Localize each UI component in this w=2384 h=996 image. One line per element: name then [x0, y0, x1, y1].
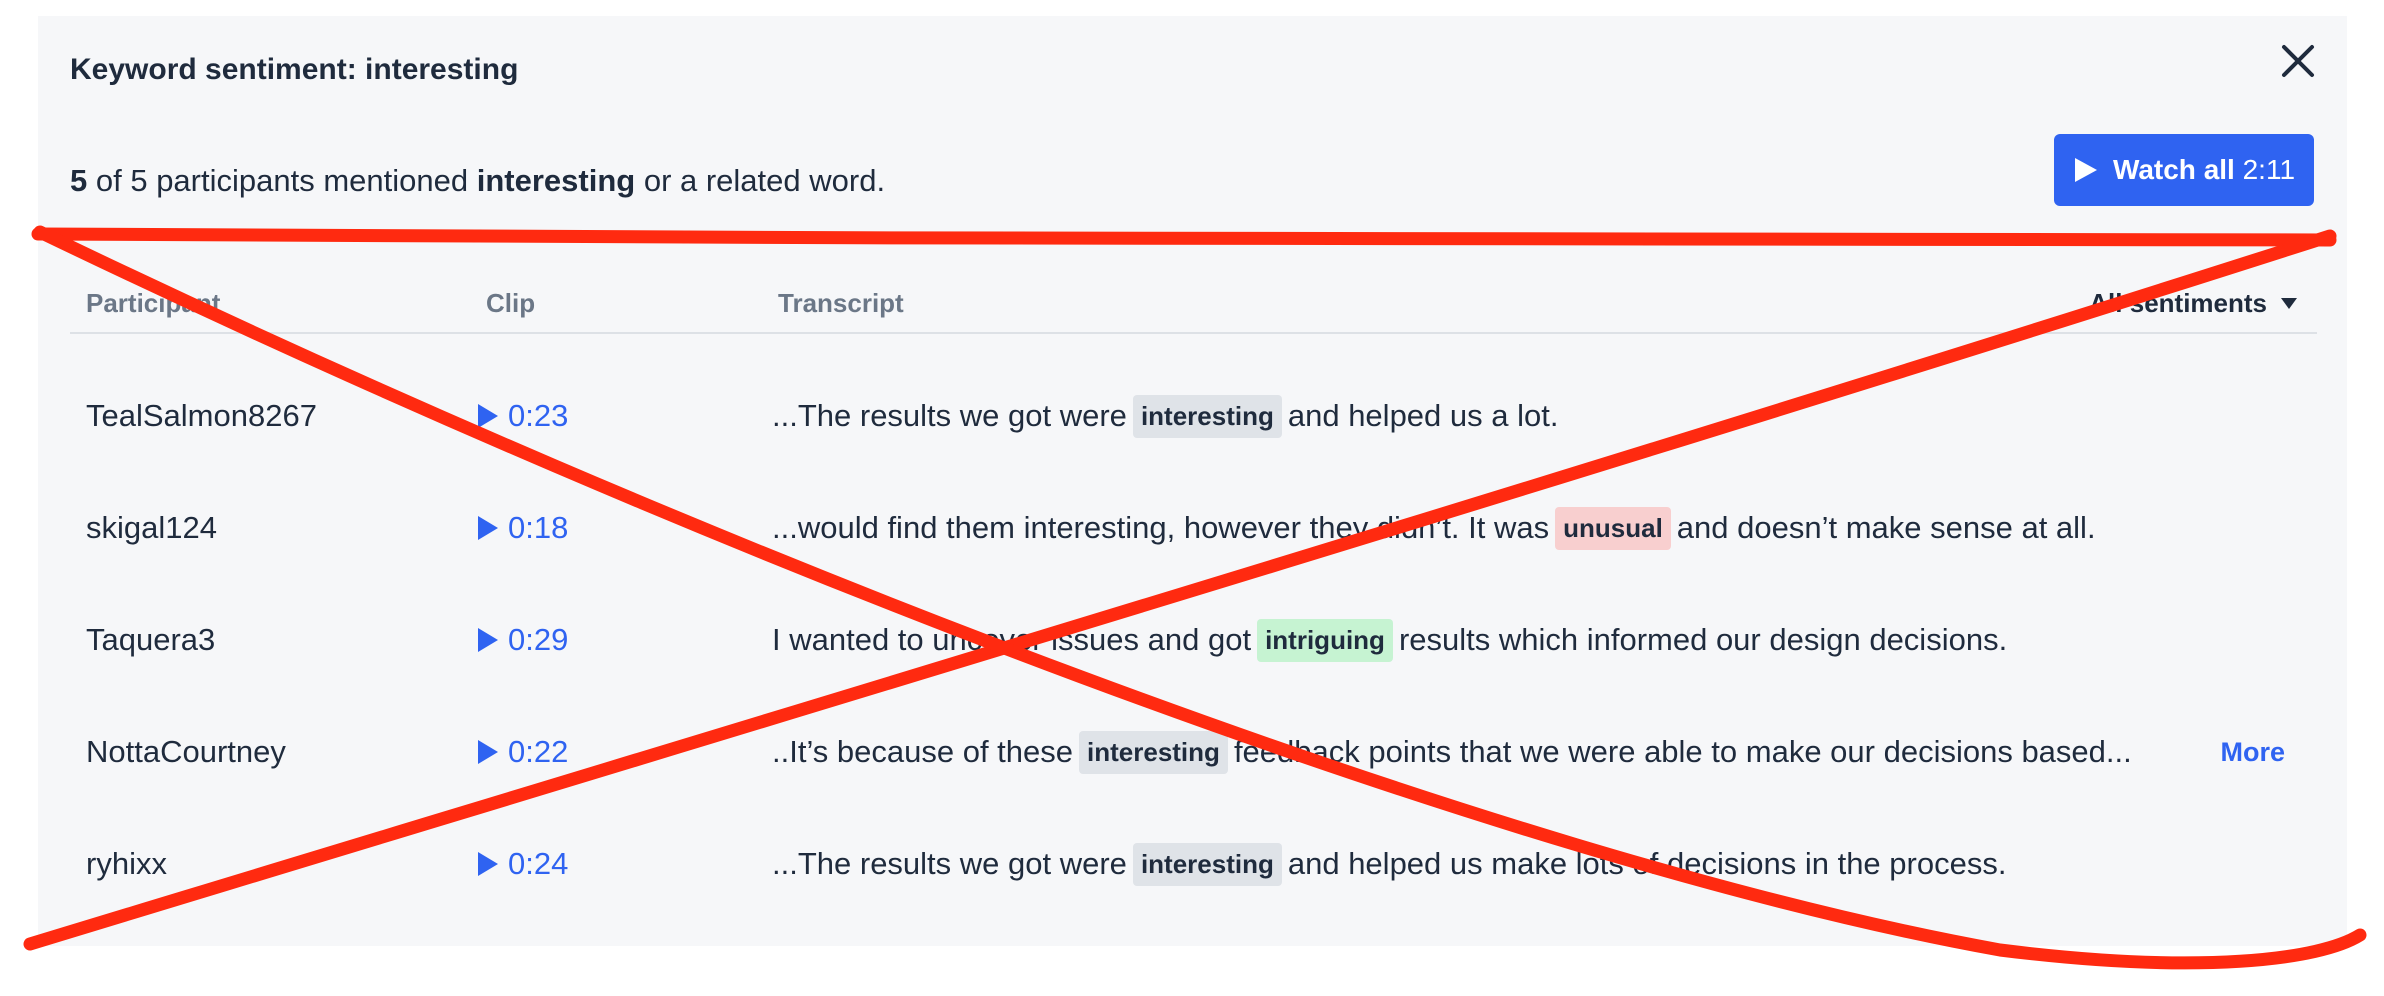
keyword-tag-negative: unusual [1555, 506, 1671, 550]
summary-keyword: interesting [476, 163, 636, 198]
table-header: Participant Clip Transcript All sentimen… [70, 266, 2317, 334]
watch-all-button[interactable]: Watch all 2:11 [2054, 134, 2314, 206]
clip-play-link[interactable]: 0:18 [478, 498, 568, 558]
participant-name: NottaCourtney [86, 734, 286, 769]
play-icon [2074, 158, 2097, 182]
transcript-excerpt: ...The results we got were interesting and… [772, 386, 1558, 446]
transcript-excerpt: ...would find them interesting, however … [772, 498, 2096, 558]
transcript-before: ...The results we got were [772, 398, 1127, 433]
clip-play-link[interactable]: 0:29 [478, 610, 568, 670]
clip-play-link[interactable]: 0:24 [478, 834, 568, 894]
keyword-tag-neutral: interesting [1132, 394, 1282, 438]
play-icon [478, 404, 498, 428]
table-row: NottaCourtney 0:22 ..It’s because of these… [70, 722, 2317, 782]
clip-duration: 0:24 [508, 846, 569, 881]
play-icon [478, 852, 498, 876]
keyword-tag-neutral: interesting [1132, 842, 1282, 886]
watch-all-label: Watch all [2112, 154, 2235, 185]
play-icon [478, 628, 498, 652]
close-icon [2282, 45, 2314, 77]
transcript-after: and doesn’t make sense at all. [1676, 510, 2096, 545]
transcript-excerpt: I wanted to uncover issues and got intrig… [772, 610, 2007, 670]
table-row: skigal124 0:18 ...would find them interest… [70, 498, 2317, 558]
column-header-transcript: Transcript [778, 288, 904, 318]
table-row: Taquera3 0:29 I wanted to uncover issues a… [70, 610, 2317, 670]
table-row: ryhixx 0:24 ...The results we got were inte… [70, 834, 2317, 894]
column-header-clip: Clip [486, 288, 536, 318]
transcript-after: results which informed our design decisi… [1398, 622, 2008, 657]
transcript-excerpt: ...The results we got were interesting and… [772, 834, 2006, 894]
sentiment-filter-label: All sentiments [2089, 288, 2267, 318]
clip-duration: 0:22 [508, 734, 569, 769]
play-icon [478, 516, 498, 540]
transcript-excerpt: ..It’s because of these interesting feedba… [772, 722, 2132, 782]
participant-name: TealSalmon8267 [86, 398, 317, 433]
clip-duration: 0:23 [508, 398, 569, 433]
watch-all-duration: 2:11 [2242, 154, 2296, 185]
caret-down-icon [2281, 298, 2297, 309]
transcript-after: feedback points that we were able to mak… [1233, 734, 2132, 769]
close-button[interactable] [2277, 40, 2319, 82]
transcript-before: ..It’s because of these [772, 734, 1074, 769]
summary-of-text: of 5 participants mentioned [95, 163, 469, 198]
clip-duration: 0:29 [508, 622, 569, 657]
sentiment-filter-dropdown[interactable]: All sentiments [2089, 288, 2297, 319]
participant-name: ryhixx [86, 846, 167, 881]
summary-suffix: or a related word. [643, 163, 886, 198]
transcript-after: and helped us make lots of decisions in … [1287, 846, 2007, 881]
transcript-after: and helped us a lot. [1287, 398, 1559, 433]
clip-duration: 0:18 [508, 510, 569, 545]
keyword-sentiment-modal: Keyword sentiment: interesting 5 of 5 pa… [38, 16, 2347, 946]
clip-play-link[interactable]: 0:22 [478, 722, 568, 782]
keyword-tag-positive: intriguing [1257, 618, 1393, 662]
summary-text: 5 of 5 participants mentioned interestin… [70, 163, 885, 199]
summary-count: 5 [70, 163, 88, 198]
transcript-before: I wanted to uncover issues and got [772, 622, 1252, 657]
transcript-before: ...The results we got were [772, 846, 1127, 881]
more-link[interactable]: More [2220, 722, 2285, 782]
table-row: TealSalmon8267 0:23 ...The results we got … [70, 386, 2317, 446]
column-header-participant: Participant [86, 288, 221, 318]
play-icon [478, 740, 498, 764]
participant-name: Taquera3 [86, 622, 216, 657]
transcript-before: ...would find them interesting, however … [772, 510, 1550, 545]
clip-play-link[interactable]: 0:23 [478, 386, 568, 446]
participant-name: skigal124 [86, 510, 217, 545]
modal-title: Keyword sentiment: interesting [70, 53, 519, 86]
keyword-tag-neutral: interesting [1079, 730, 1228, 774]
